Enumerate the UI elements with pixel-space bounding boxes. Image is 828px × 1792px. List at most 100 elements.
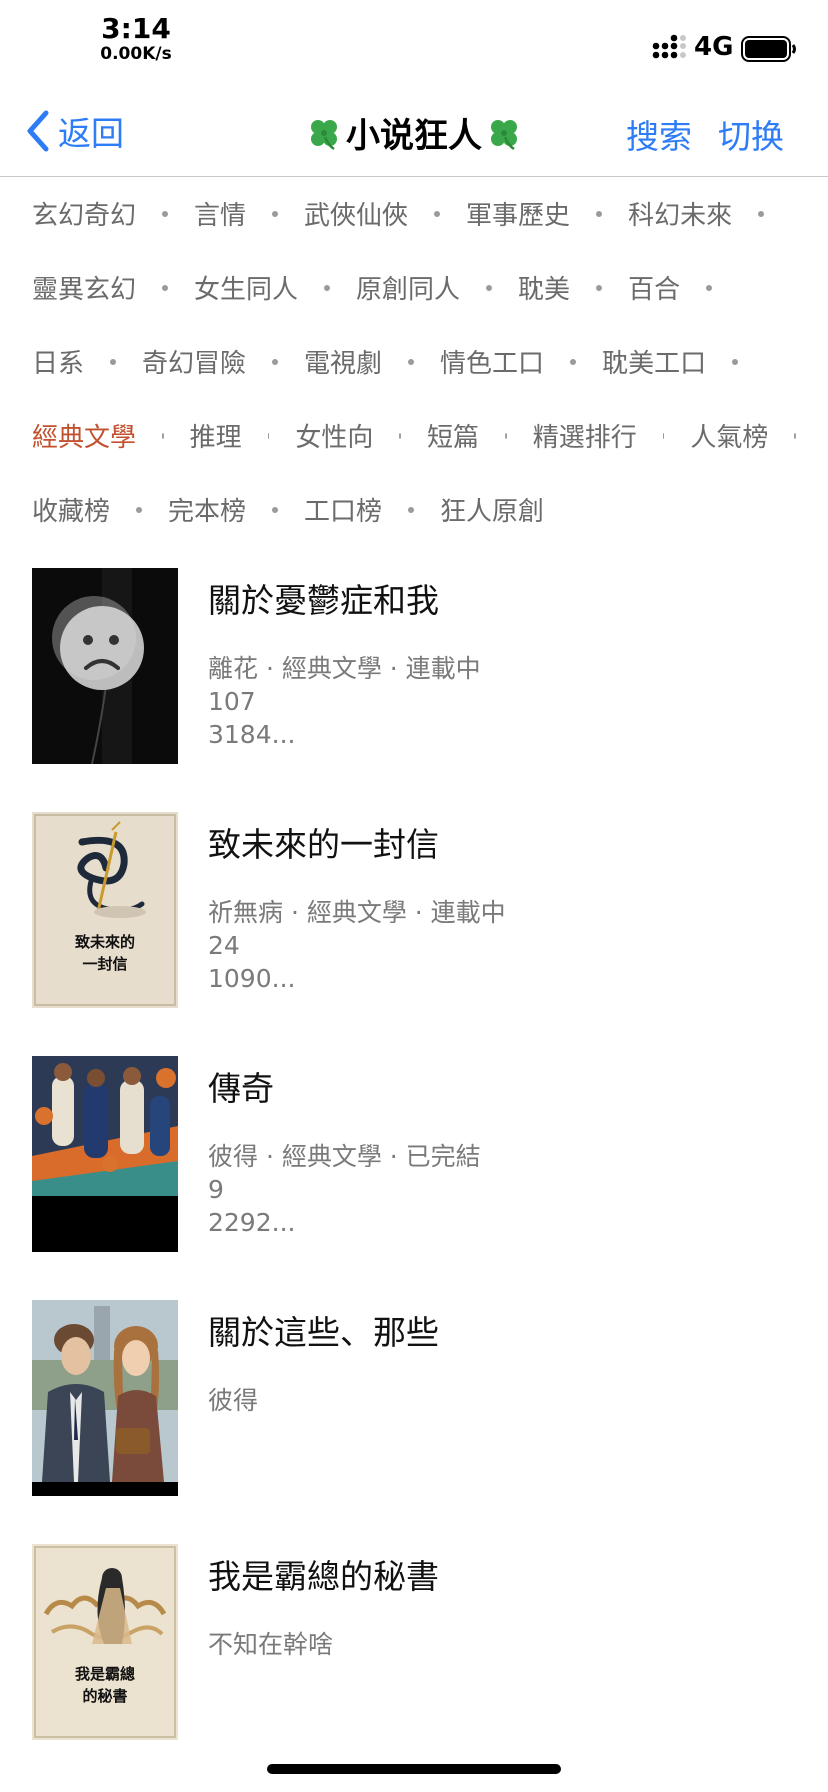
category-item[interactable]: 言情 bbox=[194, 195, 246, 232]
category-item[interactable]: 精選排行 bbox=[533, 417, 637, 454]
status-time: 3:14 bbox=[101, 12, 171, 45]
category-row: 收藏榜 完本榜 工口榜 狂人原創 bbox=[32, 472, 822, 546]
category-item[interactable]: 收藏榜 bbox=[32, 491, 110, 528]
back-button[interactable]: 返回 bbox=[24, 106, 124, 156]
book-cover[interactable]: 致未來的 一封信 bbox=[32, 812, 178, 1008]
separator-dot bbox=[272, 211, 279, 217]
category-item[interactable]: 原創同人 bbox=[356, 269, 460, 306]
category-row: 日系 奇幻冒險 電視劇 情色工口 耽美工口 bbox=[32, 324, 822, 398]
book-word-count: 1090... bbox=[208, 964, 296, 993]
separator-dot bbox=[794, 433, 797, 439]
separator-dot bbox=[272, 507, 279, 513]
category-item[interactable]: 武俠仙俠 bbox=[304, 195, 408, 232]
category-item-active[interactable]: 經典文學 bbox=[32, 417, 136, 454]
book-chapter-count: 107 bbox=[208, 687, 256, 716]
separator-dot bbox=[110, 359, 117, 365]
home-indicator[interactable] bbox=[267, 1764, 561, 1774]
category-item[interactable]: 奇幻冒險 bbox=[142, 343, 246, 380]
book-chapter-count: 9 bbox=[208, 1175, 224, 1204]
ink-dragon-cover-icon: 致未來的 一封信 bbox=[32, 812, 178, 1008]
separator-dot bbox=[408, 507, 415, 513]
separator-dot bbox=[486, 285, 493, 291]
separator-dot bbox=[505, 433, 507, 439]
book-list-item[interactable]: 傳奇 彼得 · 經典文學 · 已完結 9 2292... bbox=[0, 1056, 828, 1300]
book-meta: 彼得 · 經典文學 · 已完結 9 2292... bbox=[208, 1140, 481, 1239]
status-bar: 3:14 0.00K/s 4G bbox=[0, 0, 828, 80]
book-info: 離花 · 經典文學 · 連載中 bbox=[208, 654, 481, 683]
category-item[interactable]: 人氣榜 bbox=[690, 417, 768, 454]
book-word-count: 3184... bbox=[208, 720, 296, 749]
separator-dot bbox=[408, 359, 415, 365]
couple-portrait-cover-icon bbox=[32, 1300, 178, 1496]
book-meta: 不知在幹啥 bbox=[208, 1628, 333, 1661]
category-item[interactable]: 耽美 bbox=[518, 269, 570, 306]
category-item[interactable]: 科幻未來 bbox=[628, 195, 732, 232]
category-row: 靈異玄幻 女生同人 原創同人 耽美 百合 bbox=[32, 250, 822, 324]
book-title: 致未來的一封信 bbox=[208, 825, 439, 864]
back-label: 返回 bbox=[58, 114, 124, 153]
four-leaf-clover-icon bbox=[311, 119, 337, 150]
book-title: 關於這些、那些 bbox=[208, 1313, 439, 1352]
switch-button[interactable]: 切换 bbox=[718, 110, 784, 158]
separator-dot bbox=[758, 211, 765, 217]
category-item[interactable]: 推理 bbox=[190, 417, 242, 454]
book-meta: 祈無病 · 經典文學 · 連載中 24 1090... bbox=[208, 896, 506, 995]
category-item[interactable]: 完本榜 bbox=[168, 491, 246, 528]
separator-dot bbox=[162, 211, 169, 217]
separator-dot bbox=[596, 285, 603, 291]
chevron-left-icon bbox=[27, 110, 49, 152]
category-item[interactable]: 情色工口 bbox=[440, 343, 544, 380]
battery-icon bbox=[741, 36, 796, 62]
separator-dot bbox=[434, 211, 441, 217]
cellular-signal-icon bbox=[652, 34, 686, 59]
separator-dot bbox=[570, 359, 577, 365]
search-button[interactable]: 搜索 bbox=[626, 110, 692, 158]
book-list-item[interactable]: 致未來的 一封信 致未來的一封信 祈無病 · 經典文學 · 連載中 24 109… bbox=[0, 812, 828, 1056]
category-item[interactable]: 女生同人 bbox=[194, 269, 298, 306]
book-cover[interactable] bbox=[32, 1300, 178, 1496]
category-row: 玄幻奇幻 言情 武俠仙俠 軍事歷史 科幻未來 bbox=[32, 176, 822, 250]
category-item[interactable]: 玄幻奇幻 bbox=[32, 195, 136, 232]
cover-title-line: 我是霸總 bbox=[75, 1665, 135, 1683]
book-list-item[interactable]: 關於這些、那些 彼得 bbox=[0, 1300, 828, 1544]
category-item[interactable]: 軍事歷史 bbox=[466, 195, 570, 232]
book-info: 彼得 bbox=[208, 1386, 259, 1415]
book-list-item[interactable]: 關於憂鬱症和我 離花 · 經典文學 · 連載中 107 3184... bbox=[0, 568, 828, 812]
category-item[interactable]: 狂人原創 bbox=[440, 491, 544, 528]
category-item[interactable]: 短篇 bbox=[427, 417, 479, 454]
category-item[interactable]: 百合 bbox=[628, 269, 680, 306]
network-type: 4G bbox=[694, 32, 734, 62]
separator-dot bbox=[267, 433, 270, 439]
book-meta: 離花 · 經典文學 · 連載中 107 3184... bbox=[208, 652, 481, 751]
separator-dot bbox=[706, 285, 713, 291]
category-item[interactable]: 女性向 bbox=[295, 417, 373, 454]
separator-dot bbox=[136, 507, 143, 513]
book-cover[interactable] bbox=[32, 1056, 178, 1252]
page-title-text: 小说狂人 bbox=[346, 116, 482, 156]
book-list-item[interactable]: 我是霸總 的秘書 我是霸總的秘書 不知在幹啥 bbox=[0, 1544, 828, 1788]
book-title: 傳奇 bbox=[208, 1069, 274, 1108]
book-chapter-count: 24 bbox=[208, 931, 240, 960]
category-item[interactable]: 耽美工口 bbox=[602, 343, 706, 380]
separator-dot bbox=[162, 433, 164, 439]
cover-title-line: 的秘書 bbox=[82, 1687, 127, 1705]
lady-clouds-cover-icon: 我是霸總 的秘書 bbox=[32, 1544, 178, 1740]
book-info: 不知在幹啥 bbox=[208, 1630, 334, 1659]
network-speed: 0.00K/s bbox=[100, 44, 172, 64]
book-cover[interactable]: 我是霸總 的秘書 bbox=[32, 1544, 178, 1740]
category-item[interactable]: 工口榜 bbox=[304, 491, 382, 528]
page-title: 小说狂人 bbox=[214, 108, 614, 157]
separator-dot bbox=[162, 285, 169, 291]
book-cover[interactable] bbox=[32, 568, 178, 764]
book-info: 彼得 · 經典文學 · 已完結 bbox=[208, 1142, 481, 1171]
category-item[interactable]: 靈異玄幻 bbox=[32, 269, 136, 306]
book-meta: 彼得 bbox=[208, 1384, 258, 1417]
category-item[interactable]: 電視劇 bbox=[304, 343, 382, 380]
book-title: 關於憂鬱症和我 bbox=[208, 581, 439, 620]
cover-title-line: 一封信 bbox=[82, 955, 127, 973]
category-row: 經典文學 推理 女性向 短篇 精選排行 人氣榜 bbox=[32, 398, 822, 472]
category-item[interactable]: 日系 bbox=[32, 343, 84, 380]
cover-title-line: 致未來的 bbox=[75, 933, 135, 951]
basketball-players-cover-icon bbox=[32, 1056, 178, 1252]
book-list: 關於憂鬱症和我 離花 · 經典文學 · 連載中 107 3184... 致未來的… bbox=[0, 568, 828, 1788]
